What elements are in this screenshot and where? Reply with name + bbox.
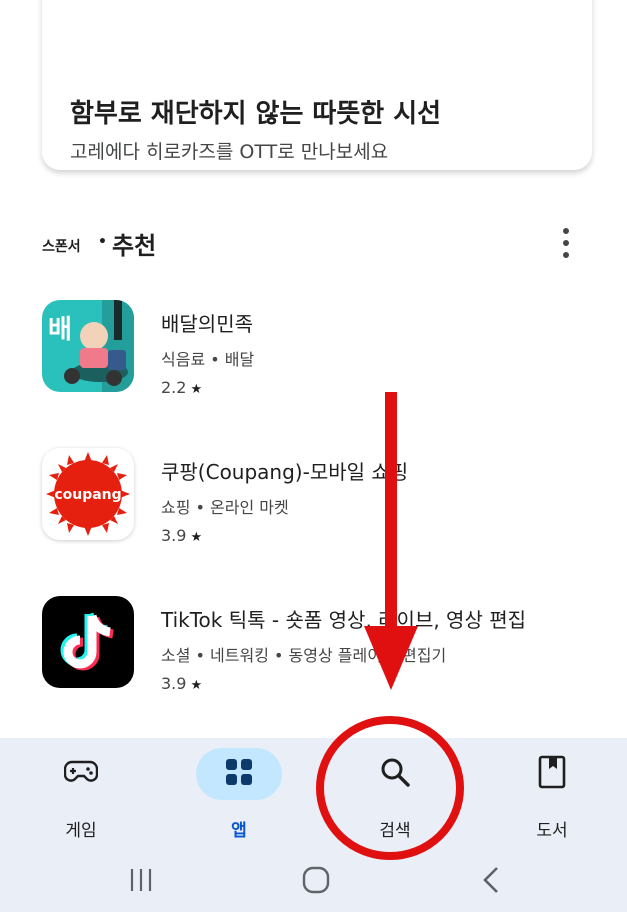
nav-item-books[interactable]: 도서 [497, 748, 607, 848]
star-icon: ★ [190, 530, 203, 545]
app-category: 쇼핑 • 온라인 마켓 [161, 498, 289, 517]
rating-value: 3.9 [161, 674, 187, 693]
bottom-navigation: 게임 앱 검색 도서 [0, 738, 627, 912]
more-options-button[interactable] [554, 228, 578, 258]
recents-button[interactable] [116, 862, 166, 902]
nav-icon-container [509, 748, 595, 800]
tiktok-app-icon [42, 596, 134, 688]
app-name: 쿠팡(Coupang)-모바일 쇼핑 [161, 460, 409, 484]
rating-value: 3.9 [161, 526, 187, 545]
nav-item-search[interactable]: 검색 [340, 748, 450, 848]
app-name: 배달의민족 [161, 312, 253, 336]
rating-value: 2.2 [161, 378, 187, 397]
promo-title: 함부로 재단하지 않는 따뜻한 시선 [70, 99, 442, 129]
star-icon: ★ [190, 678, 203, 693]
more-dot-icon [563, 240, 569, 246]
baemin-app-icon: 배 [42, 300, 134, 392]
promo-subtitle: 고레에다 히로카즈를 OTT로 만나보세요 [70, 141, 389, 163]
star-icon: ★ [190, 382, 203, 397]
list-item-tiktok[interactable]: TikTok 틱톡 - 숏폼 영상, 라이브, 영상 편집 소셜 • 네트워킹 … [42, 596, 602, 696]
home-icon [301, 865, 331, 899]
nav-item-apps[interactable]: 앱 [184, 748, 294, 848]
more-dot-icon [563, 252, 569, 258]
nav-label: 게임 [65, 821, 97, 841]
app-category: 식음료 • 배달 [161, 350, 255, 369]
home-button[interactable] [291, 862, 341, 902]
nav-label: 앱 [231, 821, 247, 841]
sponsor-label: 스폰서 [42, 239, 81, 255]
baemin-icon-text: 배 [48, 315, 72, 345]
search-icon [379, 756, 411, 792]
app-name: TikTok 틱톡 - 숏폼 영상, 라이브, 영상 편집 [161, 608, 527, 632]
app-rating: 2.2 ★ [161, 378, 202, 397]
section-title: 추천 [112, 232, 157, 260]
app-category: 소셜 • 네트워킹 • 동영상 플레이어/편집기 [161, 646, 447, 665]
nav-icon-container [196, 748, 282, 800]
more-dot-icon [563, 228, 569, 234]
promo-card[interactable]: 함부로 재단하지 않는 따뜻한 시선 고레에다 히로카즈를 OTT로 만나보세요 [42, 0, 592, 170]
recents-icon [128, 867, 154, 897]
nav-label: 도서 [536, 821, 568, 841]
section-header: 스폰서 • 추천 [42, 222, 582, 262]
back-button[interactable] [466, 862, 516, 902]
nav-label: 검색 [379, 821, 411, 841]
list-item-baemin[interactable]: 배 배달의민족 식음료 • 배달 2.2 ★ [42, 300, 602, 400]
app-rating: 3.9 ★ [161, 674, 202, 693]
list-item-coupang[interactable]: coupang 쿠팡(Coupang)-모바일 쇼핑 쇼핑 • 온라인 마켓 3… [42, 448, 602, 548]
app-rating: 3.9 ★ [161, 526, 202, 545]
apps-grid-icon [225, 758, 253, 790]
gamepad-icon [63, 759, 99, 789]
system-navigation-bar [0, 858, 627, 912]
nav-item-games[interactable]: 게임 [26, 748, 136, 848]
coupang-app-icon: coupang [42, 448, 134, 540]
nav-icon-container [38, 748, 124, 800]
book-icon [538, 755, 566, 793]
coupang-icon-text: coupang [54, 487, 121, 503]
back-icon [480, 865, 502, 899]
separator-dot: • [98, 234, 107, 250]
nav-icon-container [352, 748, 438, 800]
